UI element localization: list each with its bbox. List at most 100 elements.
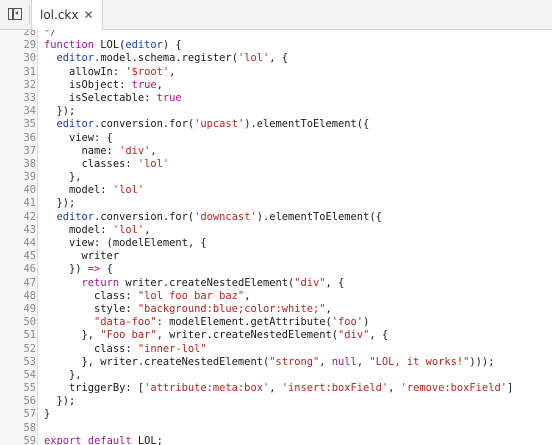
code-token: "inner-lol" xyxy=(137,342,207,355)
code-token: editor xyxy=(56,118,95,131)
code-token: true xyxy=(156,91,182,104)
code-line[interactable]: 51 }, "Foo bar", writer.createNestedElem… xyxy=(0,329,552,342)
code-line[interactable]: 37 name: 'div', xyxy=(0,145,552,158)
code-token: isSelectable: xyxy=(44,91,157,104)
code-token: , xyxy=(356,355,370,368)
code-token: "lol foo bar baz" xyxy=(137,289,245,302)
code-token: "background:blue;color:white;" xyxy=(137,302,326,315)
code-line[interactable]: 59 export default LOL; xyxy=(0,435,552,445)
code-line[interactable]: 47 return writer.createNestedElement("di… xyxy=(0,277,552,290)
code-token: null xyxy=(331,355,357,368)
code-token: , xyxy=(244,289,251,302)
code-line[interactable]: 31 allowIn: '$root', xyxy=(0,66,552,79)
code-line[interactable]: 49 style: "background:blue;color:white;"… xyxy=(0,303,552,316)
code-line[interactable]: 32 isObject: true, xyxy=(0,79,552,92)
code-text: class: "inner-lol" xyxy=(44,343,207,356)
code-line[interactable]: 41 }); xyxy=(0,197,552,210)
line-number: 46 xyxy=(23,263,36,276)
code-token: }, writer.createNestedElement( xyxy=(44,355,270,368)
code-text: }, "Foo bar", writer.createNestedElement… xyxy=(44,329,389,342)
code-text: }) => { xyxy=(44,263,113,276)
code-line[interactable]: 57} xyxy=(0,408,552,421)
code-line[interactable]: 36 view: { xyxy=(0,132,552,145)
tab-bar: lol.ckx ✕ xyxy=(0,0,552,30)
code-token: , writer.createNestedElement( xyxy=(156,329,339,342)
code-line[interactable]: 34 }); xyxy=(0,105,552,118)
code-token: , { xyxy=(369,329,389,342)
line-number: 40 xyxy=(23,184,36,197)
line-number: 47 xyxy=(23,276,36,289)
code-line[interactable]: 53 }, writer.createNestedElement("strong… xyxy=(0,356,552,369)
code-token: 'lol' xyxy=(112,184,145,197)
line-number: 44 xyxy=(23,237,36,249)
code-token: ) xyxy=(363,316,370,329)
code-line[interactable]: 48 class: "lol foo bar baz", xyxy=(0,290,552,303)
code-text: }, writer.createNestedElement("strong", … xyxy=(44,355,495,369)
line-number: 35 xyxy=(23,118,36,131)
code-line[interactable]: 46 }) => { xyxy=(0,263,552,276)
code-token: 'insert:boxField' xyxy=(281,382,389,395)
code-line[interactable]: 52 class: "inner-lol" xyxy=(0,343,552,356)
close-icon[interactable]: ✕ xyxy=(83,9,93,21)
code-text: function LOL(editor) { xyxy=(44,39,182,52)
code-token: editor xyxy=(56,52,95,65)
line-number: 37 xyxy=(23,144,36,157)
code-token: 'lol' xyxy=(237,52,270,65)
code-token: , xyxy=(325,302,332,315)
code-line[interactable]: 54 }, xyxy=(0,369,552,382)
code-token: .conversion.for( xyxy=(94,210,195,223)
sidebar-toggle-icon[interactable] xyxy=(8,8,22,20)
code-token: ).elementToElement({ xyxy=(256,210,382,223)
code-line[interactable]: 55 triggerBy: ['attribute:meta:box', 'in… xyxy=(0,382,552,395)
line-number: 56 xyxy=(23,395,36,408)
tab-lol-ckx[interactable]: lol.ckx ✕ xyxy=(31,0,103,30)
code-token: }); xyxy=(44,105,76,118)
code-token: "LOL, it works!" xyxy=(369,355,470,368)
code-token: view: { xyxy=(44,131,113,144)
code-line[interactable]: 35 editor.conversion.for('upcast').eleme… xyxy=(0,118,552,131)
code-token: editor xyxy=(125,39,163,52)
line-number: 42 xyxy=(23,210,36,223)
code-token: , { xyxy=(269,52,289,65)
code-line[interactable]: 38 classes: 'lol' xyxy=(0,158,552,171)
code-line[interactable]: 33 isSelectable: true xyxy=(0,92,552,105)
code-token: .model.schema.register( xyxy=(94,52,238,65)
code-text: view: { xyxy=(44,132,113,145)
code-line[interactable]: 58 xyxy=(0,422,552,435)
code-line[interactable]: 50 "data-foo": modelElement.getAttribute… xyxy=(0,316,552,329)
code-line[interactable]: 40 model: 'lol' xyxy=(0,184,552,197)
code-line[interactable]: 39 }, xyxy=(0,171,552,184)
code-line[interactable]: 43 model: 'lol', xyxy=(0,224,552,237)
code-token: class: xyxy=(44,289,138,302)
code-line[interactable]: 28 */ xyxy=(0,30,552,39)
code-token: LOL( xyxy=(94,39,126,52)
code-text: */ xyxy=(44,30,57,39)
code-line[interactable]: 44 view: (modelElement, { xyxy=(0,237,552,250)
code-line[interactable]: 42 editor.conversion.for('downcast').ele… xyxy=(0,211,552,224)
code-editor[interactable]: 28 */29 function LOL(editor) {30 editor.mo… xyxy=(0,30,552,445)
line-number: 36 xyxy=(23,131,36,144)
code-line[interactable]: 45 writer xyxy=(0,250,552,263)
line-number: 59 xyxy=(23,434,36,445)
code-text: } xyxy=(44,408,50,421)
code-token: }) xyxy=(44,263,88,276)
code-token: function xyxy=(44,39,95,52)
line-number: 49 xyxy=(23,302,36,315)
code-token: ).elementToElement({ xyxy=(244,118,370,131)
code-token: 'lol' xyxy=(112,223,145,236)
code-text: view: (modelElement, { xyxy=(44,237,207,250)
line-number: 51 xyxy=(23,329,36,342)
code-token: default xyxy=(87,434,132,445)
line-number: 32 xyxy=(23,78,36,91)
code-line[interactable]: 29 function LOL(editor) { xyxy=(0,39,552,52)
code-token: ] xyxy=(506,382,514,395)
code-line[interactable]: 56 }); xyxy=(0,395,552,408)
code-line[interactable]: 30 editor.model.schema.register('lol', { xyxy=(0,52,552,65)
code-token: model: xyxy=(44,223,113,236)
code-token: '$root' xyxy=(125,65,170,78)
line-number: 52 xyxy=(23,342,36,355)
code-text: editor.model.schema.register('lol', { xyxy=(44,52,289,65)
